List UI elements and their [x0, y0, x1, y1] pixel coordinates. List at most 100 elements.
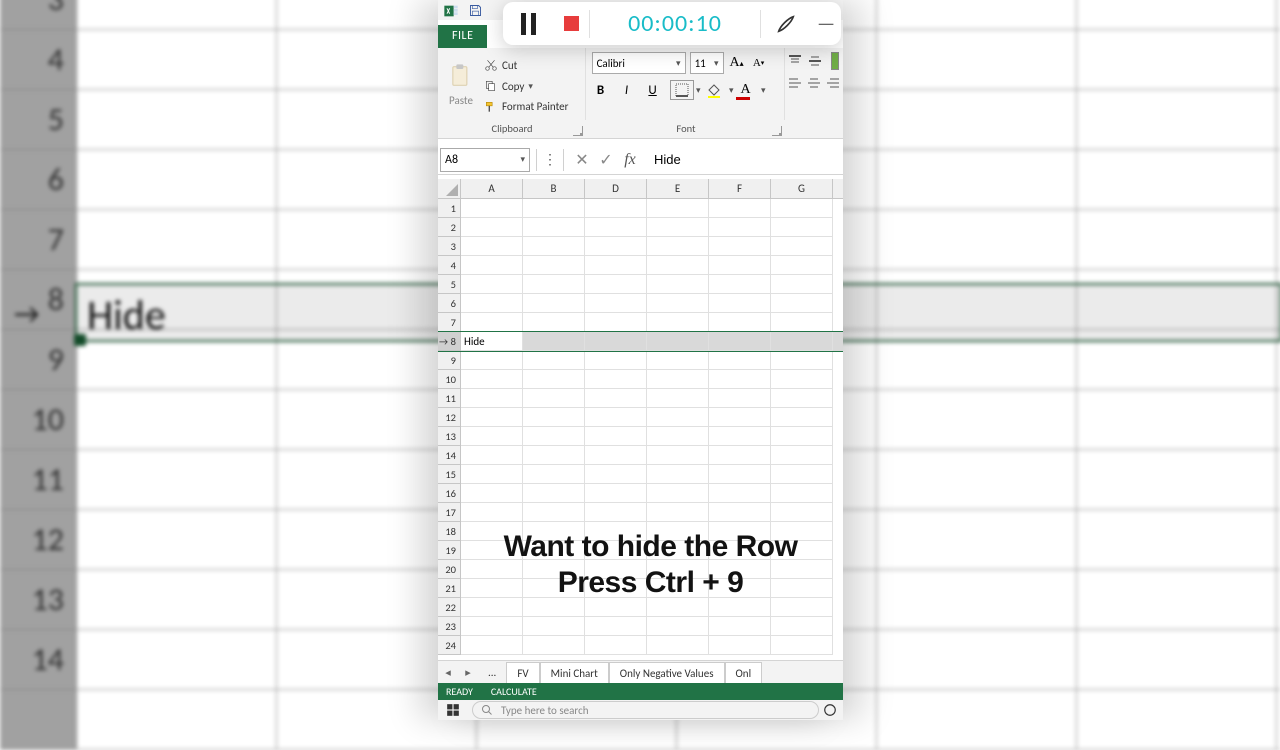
- row-header[interactable]: 22: [438, 598, 461, 617]
- cell[interactable]: [647, 199, 709, 218]
- cell[interactable]: [709, 294, 771, 313]
- row-header[interactable]: 10: [438, 370, 461, 389]
- cell[interactable]: [523, 370, 585, 389]
- cell[interactable]: [771, 294, 833, 313]
- align-top-button[interactable]: [787, 54, 803, 68]
- cell[interactable]: [523, 218, 585, 237]
- cell[interactable]: [585, 275, 647, 294]
- table-row[interactable]: 9: [438, 351, 843, 370]
- cell[interactable]: [461, 617, 523, 636]
- align-center-button[interactable]: [806, 76, 821, 90]
- cell[interactable]: [709, 218, 771, 237]
- format-painter-button[interactable]: Format Painter: [482, 97, 570, 116]
- font-size-selector[interactable]: 11 ▾: [690, 52, 724, 74]
- cell[interactable]: [647, 446, 709, 465]
- cell[interactable]: [523, 199, 585, 218]
- cell[interactable]: [647, 408, 709, 427]
- cell[interactable]: [771, 484, 833, 503]
- cell[interactable]: [771, 218, 833, 237]
- select-all-corner[interactable]: [438, 179, 461, 198]
- font-color-button[interactable]: A ▾: [734, 80, 758, 100]
- cancel-button[interactable]: ✕: [570, 148, 594, 172]
- table-row[interactable]: 4: [438, 256, 843, 275]
- cell[interactable]: [647, 617, 709, 636]
- cell[interactable]: [709, 617, 771, 636]
- cell[interactable]: [647, 503, 709, 522]
- cell[interactable]: [585, 313, 647, 332]
- cell[interactable]: [709, 503, 771, 522]
- scroll-tabs-right[interactable]: ▸: [458, 666, 478, 679]
- cell[interactable]: [647, 351, 709, 370]
- cell[interactable]: [709, 427, 771, 446]
- sheet-tab[interactable]: Only Negative Values: [609, 662, 725, 684]
- paste-button[interactable]: Paste: [440, 52, 482, 116]
- cell[interactable]: [585, 617, 647, 636]
- start-button[interactable]: [438, 700, 468, 720]
- cell[interactable]: [647, 313, 709, 332]
- table-row[interactable]: 1: [438, 199, 843, 218]
- cell[interactable]: [771, 256, 833, 275]
- row-header[interactable]: 19: [438, 541, 461, 560]
- cell[interactable]: [709, 465, 771, 484]
- cell[interactable]: [523, 237, 585, 256]
- table-row[interactable]: 14: [438, 446, 843, 465]
- minimize-button[interactable]: —: [811, 2, 841, 45]
- cell[interactable]: [585, 199, 647, 218]
- cell[interactable]: [771, 408, 833, 427]
- row-header[interactable]: 4: [438, 256, 461, 275]
- save-icon[interactable]: [466, 1, 484, 19]
- table-row[interactable]: 6: [438, 294, 843, 313]
- table-row[interactable]: 8Hide: [438, 332, 843, 351]
- cell[interactable]: [523, 351, 585, 370]
- cell[interactable]: [585, 294, 647, 313]
- cell[interactable]: [523, 389, 585, 408]
- cell[interactable]: [523, 427, 585, 446]
- row-header[interactable]: 5: [438, 275, 461, 294]
- row-header[interactable]: 16: [438, 484, 461, 503]
- cell[interactable]: [523, 617, 585, 636]
- cell[interactable]: [709, 313, 771, 332]
- stop-button[interactable]: [553, 2, 589, 45]
- font-name-selector[interactable]: Calibri ▾: [592, 52, 686, 74]
- row-header[interactable]: 15: [438, 465, 461, 484]
- cell[interactable]: [461, 218, 523, 237]
- cell[interactable]: [771, 275, 833, 294]
- cell[interactable]: [523, 313, 585, 332]
- column-header-g[interactable]: G: [771, 179, 833, 198]
- table-row[interactable]: 16: [438, 484, 843, 503]
- row-header[interactable]: 9: [438, 351, 461, 370]
- cell[interactable]: [709, 389, 771, 408]
- cell[interactable]: [771, 199, 833, 218]
- cell[interactable]: [771, 351, 833, 370]
- underline-button[interactable]: U: [644, 81, 662, 99]
- cell[interactable]: [585, 370, 647, 389]
- pause-button[interactable]: [503, 2, 553, 45]
- cell[interactable]: [647, 389, 709, 408]
- cell[interactable]: [647, 332, 709, 351]
- cell[interactable]: [585, 636, 647, 655]
- screen-recorder-toolbar[interactable]: 00:00:10 —: [503, 2, 841, 45]
- enter-button[interactable]: ✓: [594, 148, 618, 172]
- cell[interactable]: [647, 484, 709, 503]
- dropdown-arrow-icon[interactable]: ▾: [528, 81, 533, 92]
- cell[interactable]: [771, 617, 833, 636]
- table-row[interactable]: 5: [438, 275, 843, 294]
- cell[interactable]: [647, 275, 709, 294]
- cut-button[interactable]: Cut: [482, 56, 570, 75]
- cell[interactable]: [585, 465, 647, 484]
- cell[interactable]: [461, 503, 523, 522]
- taskbar-search-input[interactable]: Type here to search: [472, 701, 819, 719]
- merge-cells-button[interactable]: [831, 52, 839, 70]
- column-header-f[interactable]: F: [709, 179, 771, 198]
- cell[interactable]: [523, 465, 585, 484]
- row-header[interactable]: 13: [438, 427, 461, 446]
- table-row[interactable]: 24: [438, 636, 843, 655]
- dropdown-arrow-icon[interactable]: ▾: [761, 85, 766, 96]
- cell[interactable]: [461, 313, 523, 332]
- cell[interactable]: [461, 256, 523, 275]
- cell[interactable]: [585, 351, 647, 370]
- cell[interactable]: Hide: [461, 332, 523, 351]
- cell[interactable]: [647, 465, 709, 484]
- cell[interactable]: [585, 256, 647, 275]
- column-header-a[interactable]: A: [461, 179, 523, 198]
